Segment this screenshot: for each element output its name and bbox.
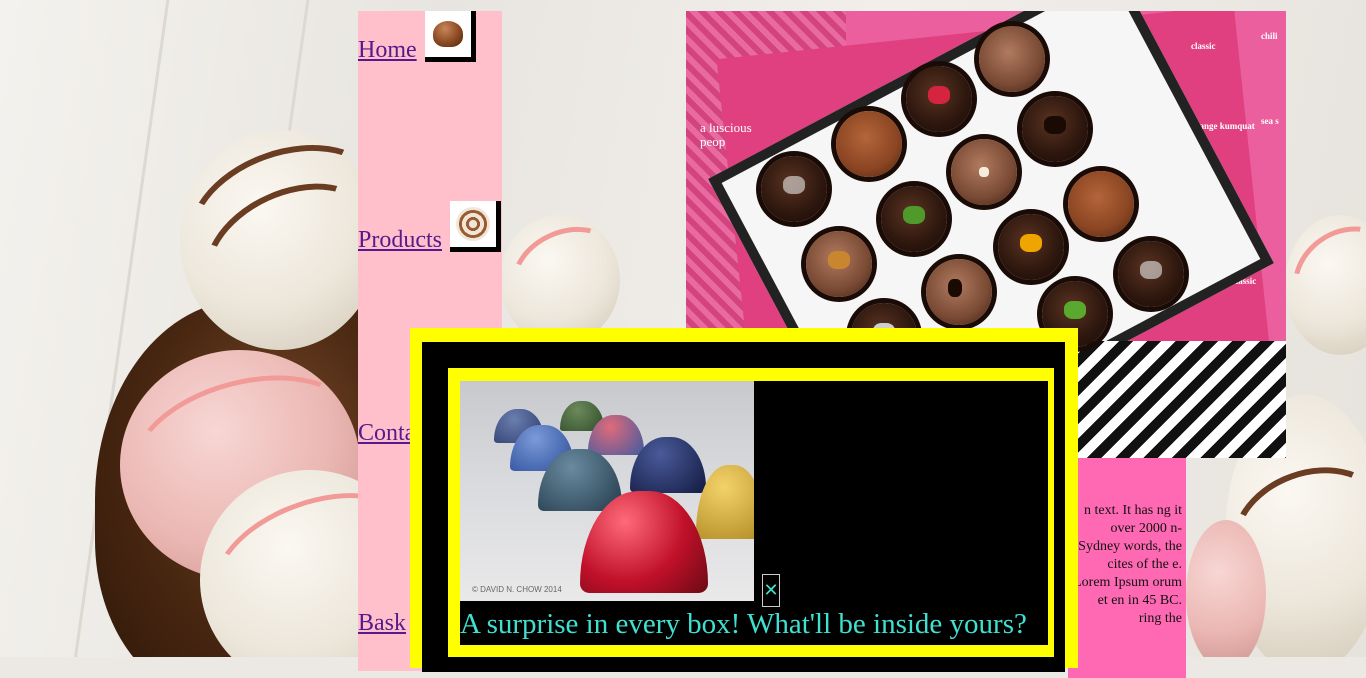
lorem-text-block: n text. It has ng it over 2000 n-Sydney … bbox=[1068, 458, 1186, 678]
card-tagline: a luscious peop bbox=[700, 120, 752, 149]
nav-item-home[interactable]: Home bbox=[358, 11, 476, 62]
close-button[interactable]: ✕ bbox=[762, 574, 780, 607]
nav-item-products[interactable]: Products bbox=[358, 201, 501, 252]
nav-item-contact[interactable]: Conta bbox=[358, 421, 415, 445]
nav-link-home[interactable]: Home bbox=[358, 38, 417, 62]
bonbon-icon[interactable] bbox=[424, 11, 476, 62]
promo-modal: © DAVID N. CHOW 2014 ✕ A surprise in eve… bbox=[410, 328, 1078, 672]
swirl-bonbon-icon[interactable] bbox=[450, 201, 501, 252]
nav-link-contact[interactable]: Conta bbox=[358, 421, 415, 445]
flavor-label: chili bbox=[1261, 31, 1278, 41]
bonbon-domes-photo: © DAVID N. CHOW 2014 bbox=[460, 381, 754, 601]
flavor-label: classic bbox=[1191, 41, 1216, 51]
photo-credit: © DAVID N. CHOW 2014 bbox=[472, 585, 562, 594]
flavor-label: sea s bbox=[1261, 116, 1279, 126]
modal-frame: © DAVID N. CHOW 2014 ✕ A surprise in eve… bbox=[448, 368, 1054, 657]
nav-link-basket[interactable]: Bask bbox=[358, 611, 406, 635]
modal-caption: A surprise in every box! What'll be insi… bbox=[460, 608, 1027, 640]
nav-link-products[interactable]: Products bbox=[358, 228, 442, 252]
nav-item-basket[interactable]: Bask bbox=[358, 611, 406, 635]
modal-border: © DAVID N. CHOW 2014 ✕ A surprise in eve… bbox=[422, 342, 1065, 672]
modal-content: © DAVID N. CHOW 2014 ✕ A surprise in eve… bbox=[460, 381, 1048, 645]
